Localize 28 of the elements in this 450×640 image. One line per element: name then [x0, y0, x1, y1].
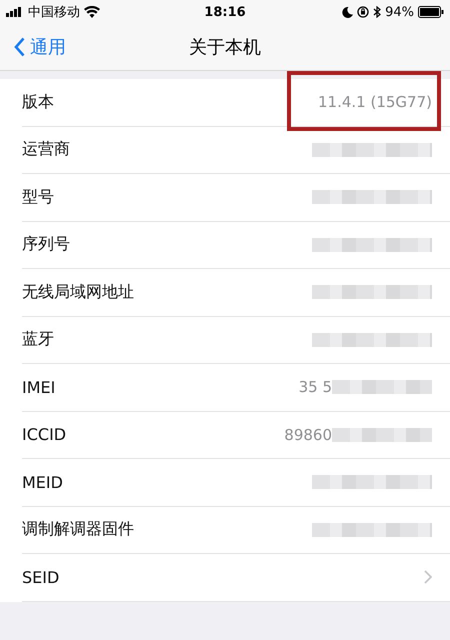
row-label: SEID [22, 568, 60, 587]
row-label: 序列号 [22, 234, 70, 256]
row-label: IMEI [22, 378, 56, 397]
signal-icon [6, 7, 24, 17]
status-time: 18:16 [204, 4, 246, 20]
chevron-left-icon [14, 37, 25, 57]
battery-icon [418, 6, 444, 18]
page-title: 关于本机 [189, 36, 261, 59]
wifi-icon [84, 6, 100, 18]
back-button[interactable]: 通用 [0, 35, 66, 59]
row-value: 11.4.1 (15G77) [318, 93, 432, 112]
settings-row[interactable]: SEID [22, 554, 450, 602]
row-label: 无线局域网地址 [22, 282, 134, 303]
row-label: 型号 [22, 186, 54, 208]
row-label: MEID [22, 472, 63, 492]
row-value: 89860 [284, 426, 332, 444]
bluetooth-icon [373, 6, 382, 18]
row-value: 35 5 [298, 378, 332, 396]
row-label: ICCID [22, 425, 66, 444]
row-label: 蓝牙 [22, 329, 54, 350]
rotation-lock-icon [357, 6, 370, 18]
battery-percent: 94% [385, 4, 414, 20]
moon-icon [342, 6, 354, 18]
carrier-name: 中国移动 [28, 4, 80, 21]
chevron-right-icon [424, 570, 432, 584]
row-label: 运营商 [22, 139, 70, 160]
row-label: 版本 [22, 92, 54, 113]
row-label: 调制解调器固件 [22, 519, 134, 540]
